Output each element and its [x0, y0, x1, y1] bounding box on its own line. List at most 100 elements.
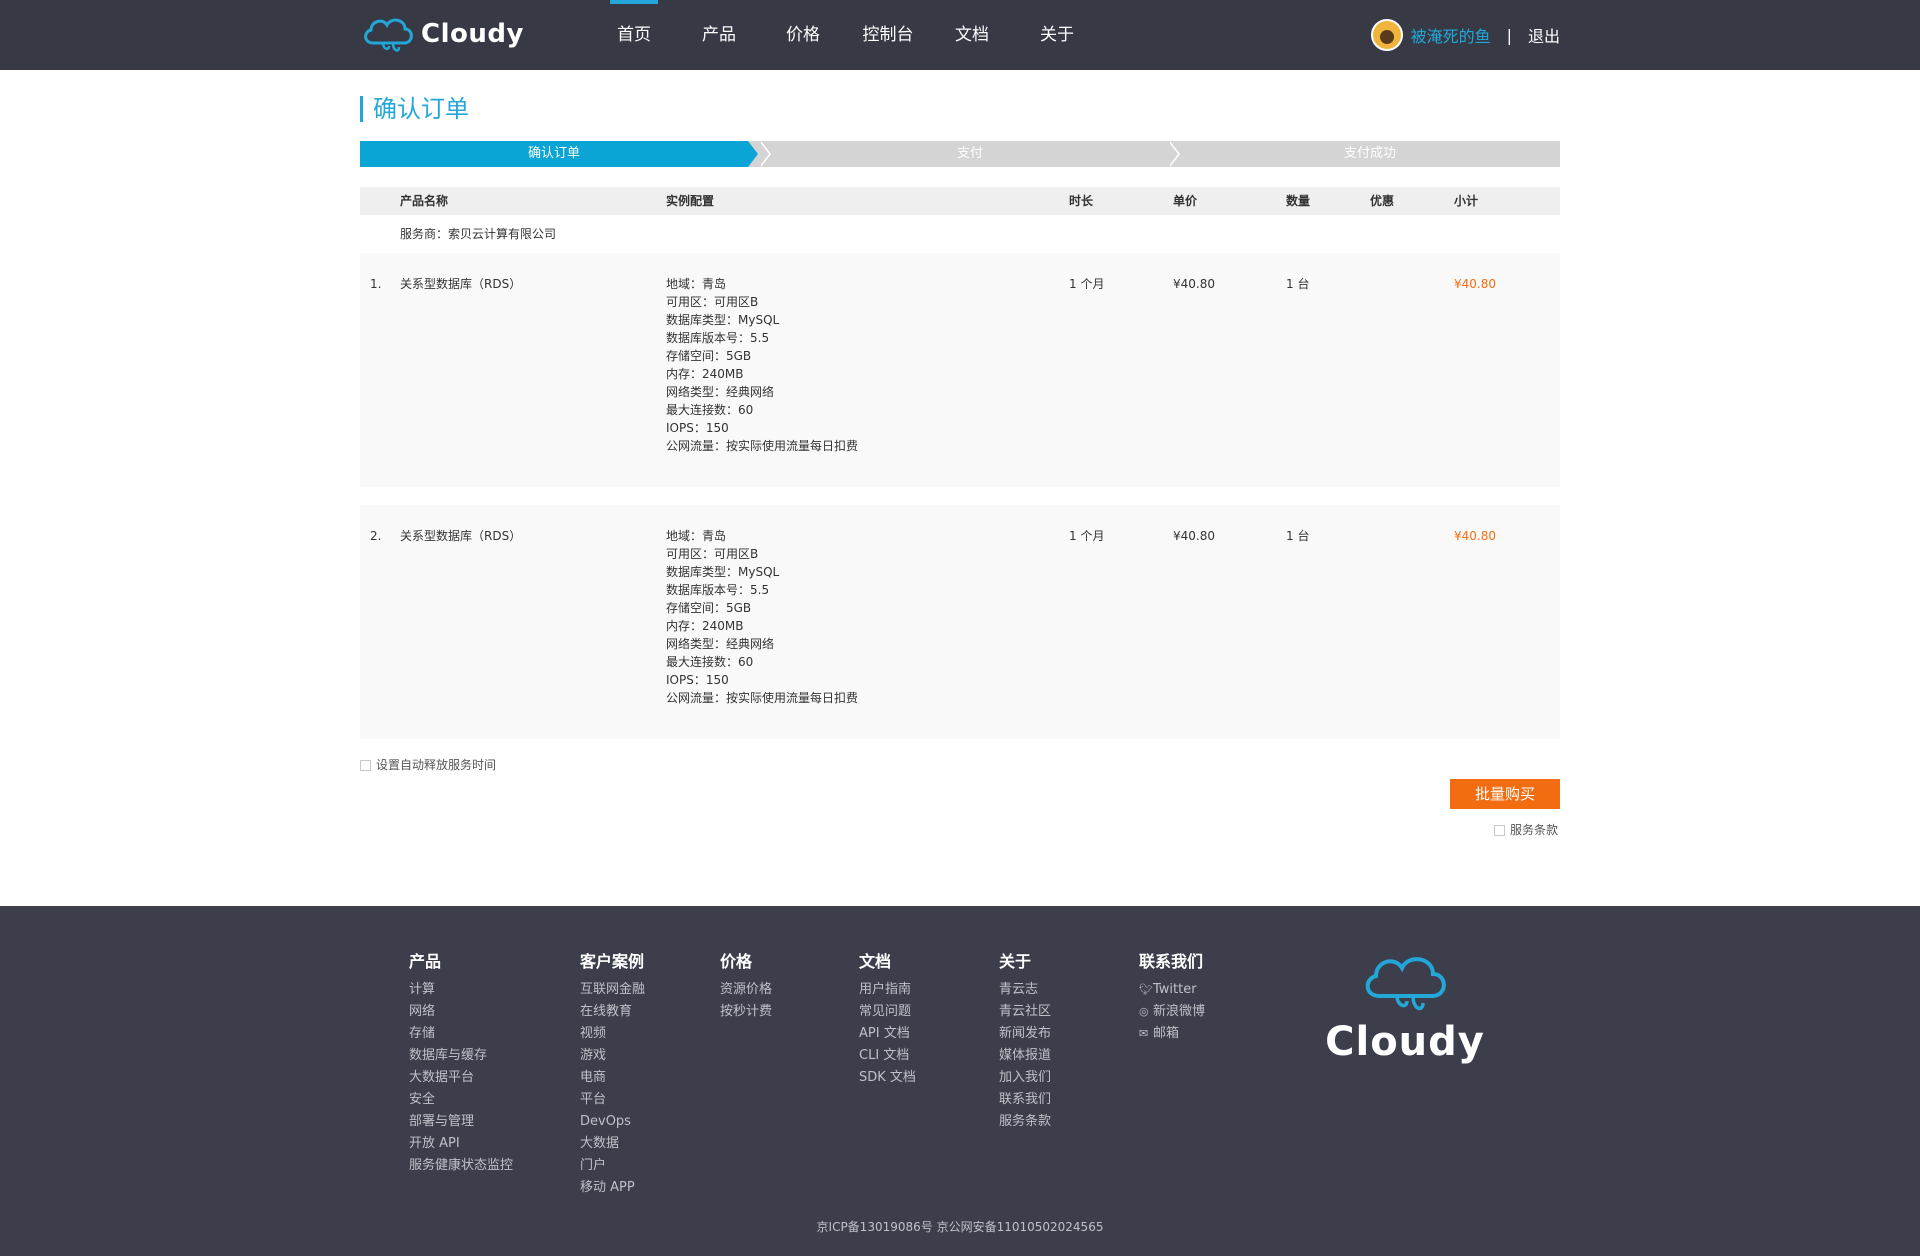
footer-link[interactable]: 常见问题: [859, 1001, 916, 1023]
config-line: 公网流量：按实际使用流量每日扣费: [666, 439, 859, 453]
nav-about[interactable]: 关于: [1023, 0, 1091, 70]
footer-link[interactable]: 门户: [580, 1155, 645, 1177]
config-line: 网络类型：经典网络: [666, 637, 775, 651]
top-header: Cloudy 首页 产品 价格 控制台 文档 关于 被淹死的鱼 | 退出: [0, 0, 1920, 70]
footer-link[interactable]: CLI 文档: [859, 1045, 916, 1067]
config-line: 公网流量：按实际使用流量每日扣费: [666, 691, 859, 705]
footer-col-about: 关于 青云志 青云社区 新闻发布 媒体报道 加入我们 联系我们 服务条款: [999, 951, 1051, 1133]
auto-release-label[interactable]: 设置自动释放服务时间: [376, 758, 496, 772]
config-line: 数据库版本号：5.5: [666, 331, 770, 345]
footer-link[interactable]: 存储: [409, 1023, 513, 1045]
footer-link[interactable]: 移动 APP: [580, 1177, 645, 1199]
logo-text: Cloudy: [421, 19, 524, 49]
footer-link[interactable]: 青云社区: [999, 1001, 1051, 1023]
footer-link[interactable]: 大数据: [580, 1133, 645, 1155]
step-divider-inner: [1168, 141, 1178, 167]
footer-col-title: 关于: [999, 952, 1032, 971]
footer-link[interactable]: SDK 文档: [859, 1067, 916, 1089]
footer-link-label: 新浪微博: [1153, 1004, 1206, 1019]
config-line: IOPS：150: [666, 673, 729, 687]
nav-products[interactable]: 产品: [685, 0, 753, 70]
icp-license: 京ICP备13019086号 京公网安备11010502024565: [816, 1220, 1104, 1234]
footer-link[interactable]: 资源价格: [720, 979, 772, 1001]
footer-col-title: 文档: [859, 952, 892, 971]
footer-link[interactable]: 开放 API: [409, 1133, 513, 1155]
config-line: 数据库类型：MySQL: [666, 565, 780, 579]
row-unit-price: ¥40.80: [1173, 277, 1215, 291]
footer-link[interactable]: 服务健康状态监控: [409, 1155, 513, 1177]
footer-link[interactable]: 按秒计费: [720, 1001, 772, 1023]
footer-link[interactable]: 游戏: [580, 1045, 645, 1067]
batch-buy-button[interactable]: 批量购买: [1450, 779, 1560, 809]
footer-link[interactable]: 视频: [580, 1023, 645, 1045]
footer-link[interactable]: 联系我们: [999, 1089, 1051, 1111]
terms-label[interactable]: 服务条款: [1510, 823, 1558, 837]
footer-col-title: 价格: [720, 952, 753, 971]
footer-link[interactable]: 加入我们: [999, 1067, 1051, 1089]
nav-home[interactable]: 首页: [600, 0, 668, 70]
weibo-icon: ◎: [1139, 1005, 1149, 1018]
nav-console[interactable]: 控制台: [854, 0, 922, 70]
footer-link-twitter[interactable]: 🐦︎Twitter: [1139, 979, 1205, 1001]
footer-link[interactable]: 用户指南: [859, 979, 916, 1001]
footer-link[interactable]: 安全: [409, 1089, 513, 1111]
step-divider-inner: [759, 141, 769, 167]
nav-docs[interactable]: 文档: [938, 0, 1006, 70]
footer-col-cases: 客户案例 互联网金融 在线教育 视频 游戏 电商 平台 DevOps 大数据 门…: [580, 951, 645, 1199]
footer-link[interactable]: 平台: [580, 1089, 645, 1111]
row-quantity: 1 台: [1286, 277, 1310, 291]
footer-link[interactable]: 计算: [409, 979, 513, 1001]
footer-link-mail[interactable]: ✉ 邮箱: [1139, 1023, 1205, 1045]
footer-link[interactable]: 服务条款: [999, 1111, 1051, 1133]
auto-release-option: 设置自动释放服务时间: [360, 757, 496, 773]
col-quantity: 数量: [1286, 194, 1311, 208]
row-config: 地域：青岛 可用区：可用区B 数据库类型：MySQL 数据库版本号：5.5 存储…: [666, 527, 858, 707]
row-duration: 1 个月: [1069, 277, 1105, 291]
footer-link[interactable]: 媒体报道: [999, 1045, 1051, 1067]
table-header: 产品名称 实例配置 时长 单价 数量 优惠 小计: [360, 187, 1560, 215]
footer-link[interactable]: API 文档: [859, 1023, 916, 1045]
avatar[interactable]: [1370, 19, 1403, 51]
row-subtotal: ¥40.80: [1454, 529, 1496, 543]
config-line: 网络类型：经典网络: [666, 385, 775, 399]
nav-pricing[interactable]: 价格: [769, 0, 837, 70]
config-line: 地域：青岛: [666, 277, 727, 291]
footer-link[interactable]: 互联网金融: [580, 979, 645, 1001]
cloud-logo-icon: [364, 18, 413, 52]
config-line: 存储空间：5GB: [666, 349, 752, 363]
page-title: 确认订单: [360, 96, 469, 122]
col-name: 产品名称: [400, 194, 449, 208]
separator: |: [1506, 25, 1512, 45]
logo[interactable]: Cloudy: [359, 13, 529, 55]
vendor-name: 服务商：索贝云计算有限公司: [400, 227, 557, 241]
row-subtotal: ¥40.80: [1454, 277, 1496, 291]
username[interactable]: 被淹死的鱼: [1411, 23, 1491, 47]
logout-link[interactable]: 退出: [1528, 23, 1560, 47]
config-line: 数据库类型：MySQL: [666, 313, 780, 327]
step-pay: 支付: [956, 146, 983, 161]
footer-link[interactable]: 青云志: [999, 979, 1051, 1001]
config-line: IOPS：150: [666, 421, 729, 435]
footer-col-contact: 联系我们 🐦︎Twitter ◎ 新浪微博 ✉ 邮箱: [1139, 951, 1205, 1045]
footer-col-title: 客户案例: [580, 952, 645, 971]
footer-col-docs: 文档 用户指南 常见问题 API 文档 CLI 文档 SDK 文档: [859, 951, 916, 1089]
footer-link[interactable]: 数据库与缓存: [409, 1045, 513, 1067]
config-line: 最大连接数：60: [666, 655, 754, 669]
footer-link[interactable]: DevOps: [580, 1111, 645, 1133]
footer-link[interactable]: 电商: [580, 1067, 645, 1089]
main-nav: 首页 产品 价格 控制台 文档 关于: [600, 0, 1091, 70]
footer-link[interactable]: 新闻发布: [999, 1023, 1051, 1045]
config-line: 最大连接数：60: [666, 403, 754, 417]
config-line: 存储空间：5GB: [666, 601, 752, 615]
user-area: 被淹死的鱼 | 退出: [1370, 17, 1560, 53]
footer-link[interactable]: 在线教育: [580, 1001, 645, 1023]
auto-release-checkbox[interactable]: [360, 760, 371, 771]
footer-link[interactable]: 部署与管理: [409, 1111, 513, 1133]
footer-link-label: 邮箱: [1153, 1026, 1180, 1041]
footer-link[interactable]: 大数据平台: [409, 1067, 513, 1089]
footer-link[interactable]: 网络: [409, 1001, 513, 1023]
footer-link-weibo[interactable]: ◎ 新浪微博: [1139, 1001, 1205, 1023]
table-row: 1. 关系型数据库（RDS） 地域：青岛 可用区：可用区B 数据库类型：MySQ…: [360, 253, 1560, 487]
terms-checkbox[interactable]: [1494, 825, 1505, 836]
row-index: 1.: [370, 277, 382, 291]
